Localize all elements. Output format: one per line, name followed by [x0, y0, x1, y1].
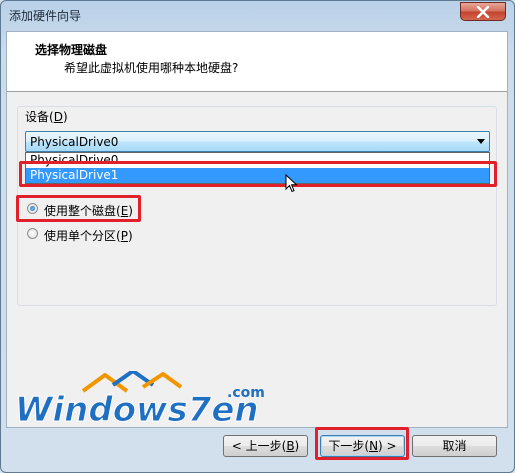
close-button[interactable]	[460, 2, 506, 21]
cancel-button-text: 取消	[442, 439, 467, 453]
highlight-box-dropdown-option	[19, 161, 497, 187]
radio-single-partition-text: 使用单个分区(	[44, 229, 121, 243]
radio-single-partition-end: )	[127, 229, 133, 243]
back-button-accel: B	[286, 439, 295, 453]
wizard-window: 添加硬件向导 选择物理磁盘 希望此虚拟机使用哪种本地硬盘? 设备(D) Phys…	[0, 0, 515, 473]
back-button[interactable]: < 上一步(B)	[223, 435, 308, 457]
wizard-header: 选择物理磁盘 希望此虚拟机使用哪种本地硬盘?	[7, 32, 507, 92]
page-subtitle: 希望此虚拟机使用哪种本地硬盘?	[64, 61, 239, 75]
radio-button[interactable]	[27, 228, 38, 239]
close-icon	[476, 6, 490, 18]
chevron-down-icon	[477, 139, 485, 144]
device-label-accel: D	[53, 110, 63, 124]
radio-single-partition-accel: P	[120, 229, 128, 243]
title-bar[interactable]: 添加硬件向导	[1, 1, 514, 31]
radio-single-partition-label: 使用单个分区(P)	[44, 227, 133, 244]
device-dropdown-value: PhysicalDrive0	[30, 135, 119, 149]
device-label-end: )	[62, 110, 68, 124]
highlight-box-whole-disk	[16, 195, 141, 222]
next-button-accel: N	[369, 439, 379, 453]
logo-brand-text: Windows7en	[15, 390, 259, 427]
windows7en-logo-icon: Windows7en .com	[15, 371, 265, 427]
device-label-text: 设备(	[25, 110, 54, 124]
next-button-text: 下一步(	[328, 439, 370, 453]
logo-suffix-text: .com	[227, 385, 265, 401]
cancel-button[interactable]: 取消	[412, 435, 497, 457]
back-button-text: < 上一步(	[231, 439, 287, 453]
page-title: 选择物理磁盘	[35, 43, 108, 57]
device-dropdown[interactable]: PhysicalDrive0	[25, 131, 490, 152]
back-button-end: )	[294, 439, 300, 453]
mouse-cursor-icon	[285, 174, 298, 193]
window-title: 添加硬件向导	[9, 9, 82, 23]
next-button-end: ) >	[378, 439, 397, 453]
device-label: 设备(D)	[25, 108, 68, 125]
next-button[interactable]: 下一步(N) >	[320, 435, 405, 457]
